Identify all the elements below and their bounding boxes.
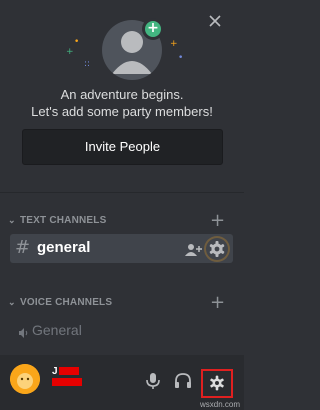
gear-icon <box>208 374 226 392</box>
microphone-icon[interactable] <box>143 371 163 391</box>
welcome-line-1: An adventure begins. <box>60 87 184 102</box>
speaker-icon <box>18 324 30 338</box>
avatar[interactable] <box>10 364 40 394</box>
welcome-line-2: Let's add some party members! <box>31 104 213 119</box>
create-voice-channel-icon[interactable]: + <box>210 294 225 312</box>
category-label: TEXT CHANNELS <box>19 215 107 226</box>
plus-icon: + <box>142 18 164 40</box>
watermark: wsxdn.com <box>199 400 240 409</box>
close-icon[interactable] <box>208 14 222 28</box>
channel-name: general <box>37 239 91 256</box>
sparkle-icon: :: <box>84 59 91 69</box>
channel-general[interactable]: # general <box>10 234 233 263</box>
create-text-channel-icon[interactable]: + <box>210 212 225 230</box>
add-user-icon[interactable] <box>185 242 203 256</box>
username: J <box>52 366 58 377</box>
channel-name: General <box>32 322 82 338</box>
user-settings-button[interactable] <box>201 369 233 398</box>
sparkle-icon: + <box>66 47 74 57</box>
category-text-channels[interactable]: ⌄ TEXT CHANNELS <box>8 215 106 229</box>
sparkle-icon: + <box>170 39 178 49</box>
invite-people-button[interactable]: Invite People <box>22 129 223 165</box>
hash-icon: # <box>15 237 31 258</box>
server-sidebar: + • :: + • + An adventure begins. Let's … <box>0 0 244 410</box>
category-label: VOICE CHANNELS <box>19 297 113 308</box>
welcome-illustration: + • :: + • + <box>58 18 188 82</box>
category-voice-channels[interactable]: ⌄ VOICE CHANNELS <box>8 297 112 311</box>
redaction-mark <box>59 367 79 375</box>
chevron-down-icon: ⌄ <box>8 297 16 307</box>
divider <box>0 192 244 193</box>
chevron-down-icon: ⌄ <box>8 215 16 225</box>
headphones-icon[interactable] <box>173 371 193 391</box>
sparkle-icon: • <box>178 53 184 63</box>
voice-channel-general[interactable]: General <box>10 320 233 342</box>
channel-settings-gear-icon[interactable] <box>206 238 228 260</box>
redaction-mark <box>52 378 82 386</box>
welcome-text: An adventure begins. Let's add some part… <box>0 86 244 120</box>
sparkle-icon: • <box>74 37 80 47</box>
